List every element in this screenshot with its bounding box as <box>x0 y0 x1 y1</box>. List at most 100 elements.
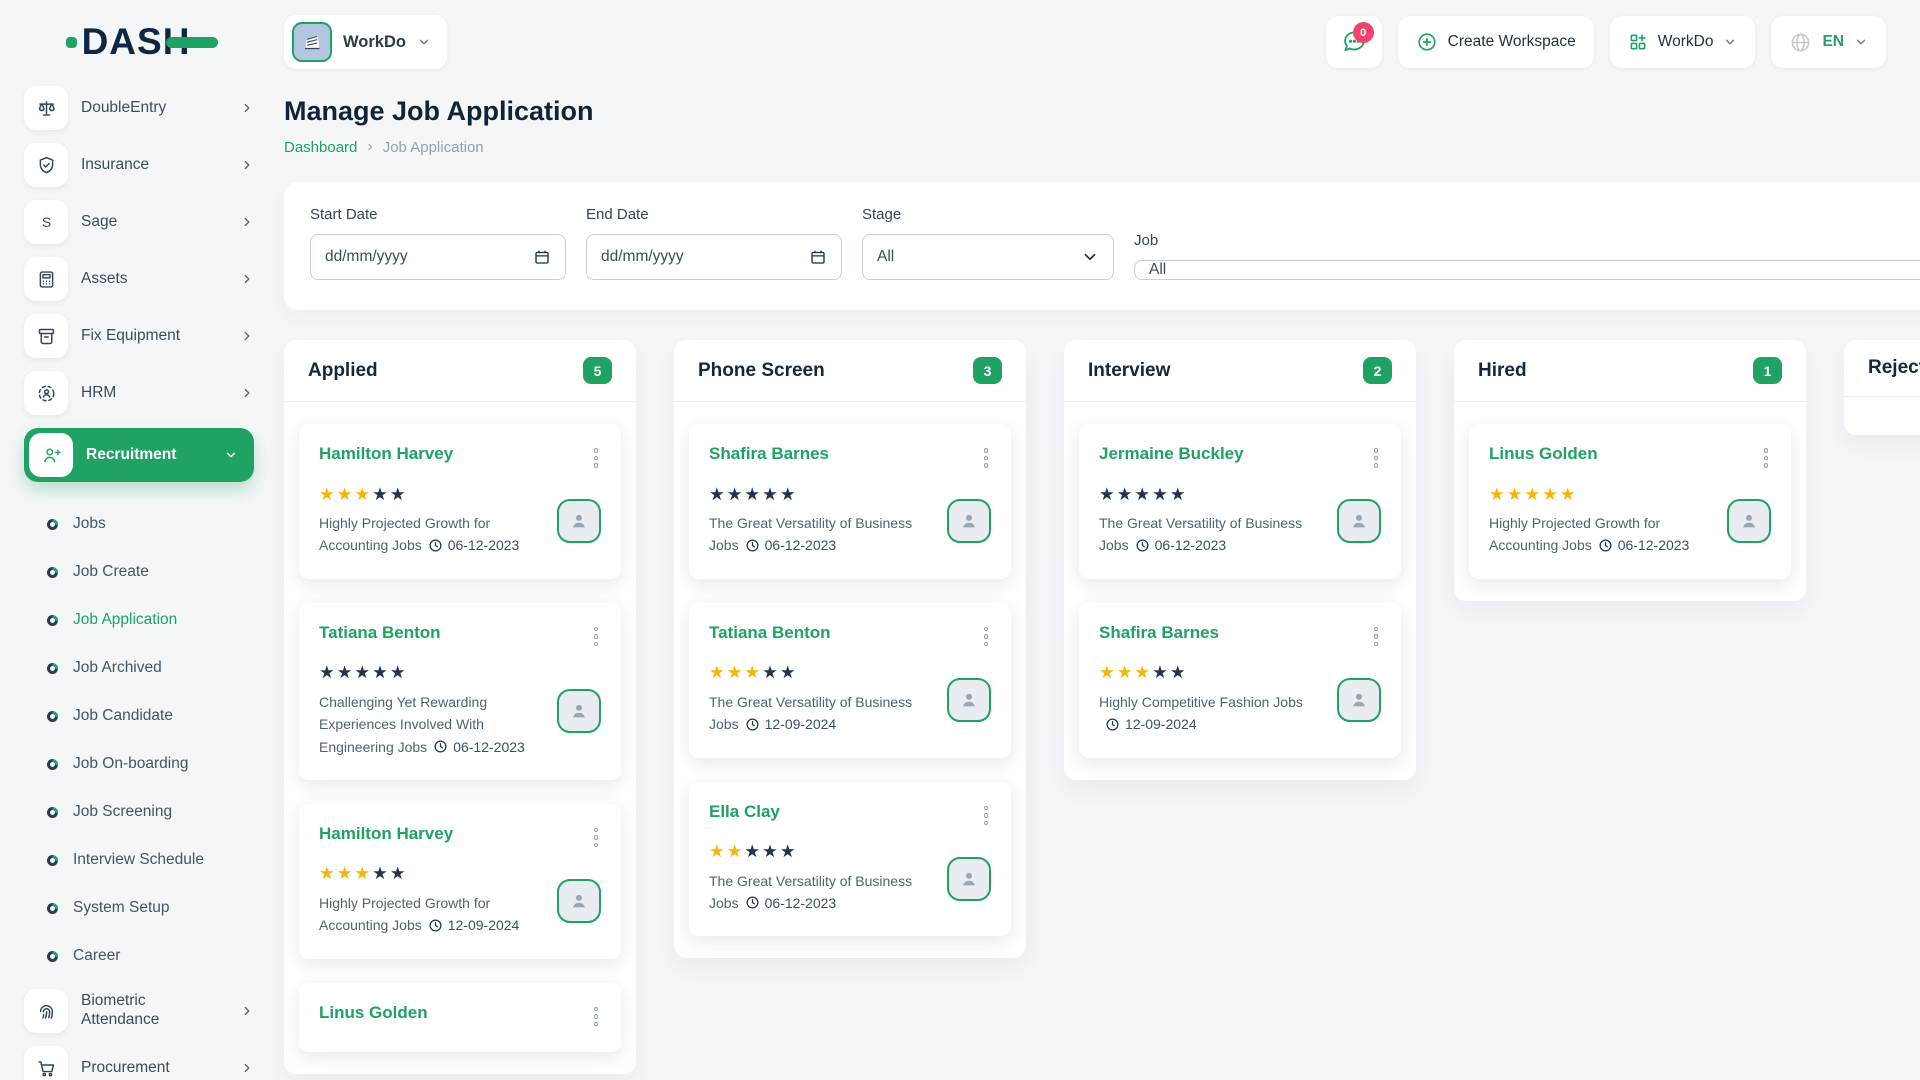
kanban-column-count-badge: 1 <box>1753 357 1782 384</box>
star-icon: ★ <box>354 662 372 682</box>
kanban-column-phone-screen: Phone Screen3Shafira Barnes★★★★★The Grea… <box>674 340 1026 958</box>
sidebar-subitem-label: Job Application <box>73 611 177 629</box>
application-date: 06-12-2023 <box>765 895 837 911</box>
workdo-menu-button[interactable]: WorkDo <box>1610 16 1756 68</box>
candidate-card[interactable]: Shafira Barnes★★★★★The Great Versatility… <box>689 424 1011 579</box>
sidebar-subitem-career[interactable]: Career <box>24 932 254 980</box>
rating-stars: ★★★★★ <box>709 664 937 682</box>
candidate-card[interactable]: Tatiana Benton★★★★★Challenging Yet Rewar… <box>299 603 621 780</box>
create-workspace-button[interactable]: Create Workspace <box>1398 16 1594 68</box>
rating-stars: ★★★★★ <box>1489 486 1717 504</box>
kanban-column-header: Applied5 <box>284 340 636 401</box>
sidebar-subitem-interview-schedule[interactable]: Interview Schedule <box>24 836 254 884</box>
star-icon: ★ <box>1099 484 1117 504</box>
create-workspace-label: Create Workspace <box>1448 33 1576 51</box>
main-content: Manage Job Application Dashboard › Job A… <box>270 76 1920 1074</box>
candidate-card[interactable]: Linus Golden <box>299 983 621 1053</box>
sidebar-item-insurance[interactable]: Insurance <box>24 143 254 187</box>
clock-icon <box>428 918 443 933</box>
job-title-text: Highly Competitive Fashion Jobs <box>1099 694 1303 710</box>
card-menu-button[interactable] <box>981 802 992 830</box>
sidebar-item-recruitment[interactable]: Recruitment <box>24 428 254 482</box>
candidate-card[interactable]: Tatiana Benton★★★★★The Great Versatility… <box>689 603 1011 758</box>
candidate-info: ★★★★★ The Great Versatility of Business J… <box>1099 486 1327 557</box>
sidebar-subitem-label: Job Screening <box>73 803 172 821</box>
candidate-card[interactable]: Shafira Barnes★★★★★Highly Competitive Fa… <box>1079 603 1401 758</box>
avatar <box>1337 678 1381 722</box>
star-icon: ★ <box>780 662 798 682</box>
star-icon: ★ <box>390 484 408 504</box>
avatar <box>557 499 601 543</box>
sidebar-subitem-system-setup[interactable]: System Setup <box>24 884 254 932</box>
sidebar-subitem-job-screening[interactable]: Job Screening <box>24 788 254 836</box>
stage-select[interactable]: All <box>862 234 1114 280</box>
workspace-building-icon <box>292 22 332 62</box>
candidate-description: The Great Versatility of Business Jobs06… <box>1099 512 1327 557</box>
star-icon: ★ <box>372 662 390 682</box>
kanban-column-count-badge: 5 <box>583 357 612 384</box>
bullet-icon <box>47 807 58 818</box>
star-icon: ★ <box>780 841 798 861</box>
star-icon: ★ <box>1117 484 1135 504</box>
sidebar-item-procurement[interactable]: Procurement <box>24 1046 254 1080</box>
sidebar-subitem-label: Job Create <box>73 563 149 581</box>
candidate-card[interactable]: Ella Clay★★★★★The Great Versatility of B… <box>689 782 1011 937</box>
kanban-column-count-badge: 3 <box>973 357 1002 384</box>
sidebar-item-sage[interactable]: SSage <box>24 200 254 244</box>
card-menu-button[interactable] <box>591 1003 602 1031</box>
start-date-label: Start Date <box>310 206 566 223</box>
sidebar-subitem-job-create[interactable]: Job Create <box>24 548 254 596</box>
card-menu-button[interactable] <box>1371 444 1382 472</box>
card-menu-button[interactable] <box>981 444 992 472</box>
candidate-card[interactable]: Jermaine Buckley★★★★★The Great Versatili… <box>1079 424 1401 579</box>
rating-stars: ★★★★★ <box>1099 486 1327 504</box>
clock-icon <box>745 895 760 910</box>
sidebar-subitem-jobs[interactable]: Jobs <box>24 500 254 548</box>
chevron-down-icon <box>1723 35 1737 49</box>
candidate-card-header: Linus Golden <box>1489 444 1771 472</box>
star-icon: ★ <box>319 863 337 883</box>
stage-label: Stage <box>862 206 1114 223</box>
card-menu-button[interactable] <box>1761 444 1772 472</box>
sidebar-item-label: Insurance <box>81 156 149 175</box>
card-menu-button[interactable] <box>591 824 602 852</box>
sidebar-item-fix-equipment[interactable]: Fix Equipment <box>24 314 254 358</box>
start-date-input[interactable]: dd/mm/yyyy <box>310 234 566 280</box>
breadcrumb-dashboard-link[interactable]: Dashboard <box>284 139 357 156</box>
card-menu-button[interactable] <box>591 623 602 651</box>
star-icon: ★ <box>1507 484 1525 504</box>
sidebar-subitem-job-application[interactable]: Job Application <box>24 596 254 644</box>
candidate-card[interactable]: Hamilton Harvey★★★★★Highly Projected Gro… <box>299 424 621 579</box>
sidebar-item-hrm[interactable]: HRM <box>24 371 254 415</box>
sidebar-item-doubleentry[interactable]: DoubleEntry <box>24 86 254 130</box>
sidebar-item-assets[interactable]: Assets <box>24 257 254 301</box>
sidebar-subitem-job-archived[interactable]: Job Archived <box>24 644 254 692</box>
rating-stars: ★★★★★ <box>709 486 937 504</box>
sidebar-subitem-job-candidate[interactable]: Job Candidate <box>24 692 254 740</box>
star-icon: ★ <box>390 662 408 682</box>
candidate-info: ★★★★★The Great Versatility of Business J… <box>709 664 937 735</box>
bullet-icon <box>47 615 58 626</box>
app-logo[interactable]: DASH <box>0 21 284 63</box>
candidate-info: ★★★★★The Great Versatility of Business J… <box>709 486 937 557</box>
application-date: 06-12-2023 <box>453 739 525 755</box>
end-date-placeholder: dd/mm/yyyy <box>601 248 684 266</box>
card-menu-button[interactable] <box>981 623 992 651</box>
kanban-column-title: Interview <box>1088 360 1170 382</box>
job-select[interactable]: All <box>1134 260 1920 280</box>
topbar: DASH WorkDo 0 Create Workspace WorkDo <box>0 0 1920 76</box>
sidebar-subitem-job-on-boarding[interactable]: Job On-boarding <box>24 740 254 788</box>
end-date-input[interactable]: dd/mm/yyyy <box>586 234 842 280</box>
sidebar-subitem-label: Career <box>73 947 120 965</box>
language-selector[interactable]: EN <box>1771 16 1886 68</box>
candidate-card[interactable]: Hamilton Harvey★★★★★Highly Projected Gro… <box>299 804 621 959</box>
workspace-switcher[interactable]: WorkDo <box>284 15 447 69</box>
avatar <box>1337 499 1381 543</box>
sidebar-item-label: Fix Equipment <box>81 327 180 346</box>
sidebar-item-biometric-attendance[interactable]: Biometric Attendance <box>24 989 254 1033</box>
card-menu-button[interactable] <box>591 444 602 472</box>
candidate-card-header: Ella Clay <box>709 802 991 830</box>
messages-button[interactable]: 0 <box>1326 16 1382 68</box>
card-menu-button[interactable] <box>1371 623 1382 651</box>
candidate-card[interactable]: Linus Golden★★★★★Highly Projected Growth… <box>1469 424 1791 579</box>
